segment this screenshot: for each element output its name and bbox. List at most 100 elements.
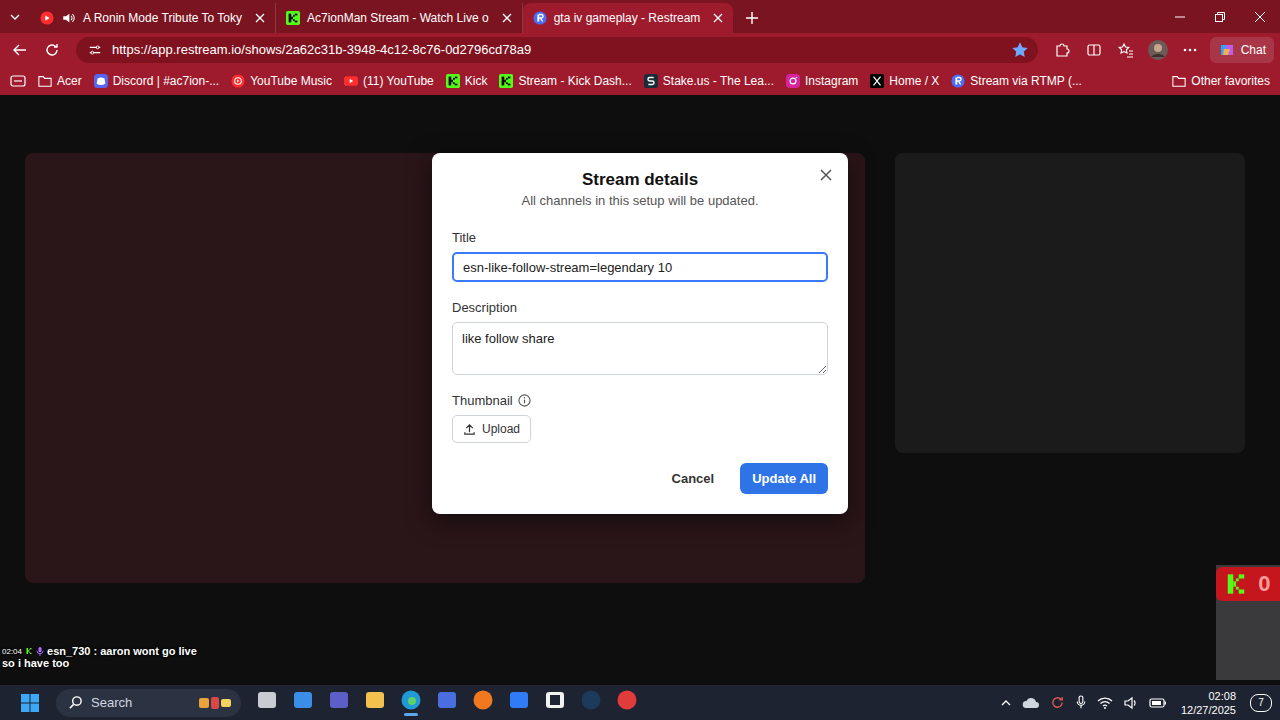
minimize-icon <box>1175 12 1185 22</box>
back-button[interactable] <box>6 36 34 64</box>
url-text: https://app.restream.io/shows/2a62c31b-3… <box>112 42 531 57</box>
kick-icon <box>499 74 513 88</box>
taskbar-app[interactable] <box>363 687 387 719</box>
upload-button[interactable]: Upload <box>452 415 531 443</box>
chat-label: Chat <box>1241 43 1266 57</box>
chat-time: 02:04 <box>2 647 22 656</box>
site-info-icon[interactable] <box>88 43 102 57</box>
taskbar-app[interactable] <box>255 687 279 719</box>
windows-logo-icon <box>20 693 40 713</box>
minimize-button[interactable] <box>1160 0 1200 33</box>
field-label: Description <box>452 300 828 315</box>
volume-icon[interactable] <box>1123 696 1139 710</box>
recorder-icon <box>616 689 638 711</box>
other-favorites[interactable]: Other favorites <box>1172 74 1270 88</box>
tab-actions-button[interactable] <box>0 0 30 33</box>
close-icon[interactable] <box>502 13 512 23</box>
x-icon <box>870 74 884 88</box>
close-icon[interactable] <box>713 13 723 23</box>
cancel-button[interactable]: Cancel <box>660 463 727 494</box>
tab-title: A Ronin Mode Tribute To Toky <box>83 11 248 25</box>
bookmark-item[interactable]: Discord | #ac7ion-... <box>94 74 220 88</box>
store-icon <box>436 689 458 711</box>
taskbar-app[interactable] <box>327 687 351 719</box>
start-button[interactable] <box>16 689 44 717</box>
taskbar-app[interactable] <box>399 687 423 719</box>
kick-viewer-badge: 0 <box>1216 567 1280 601</box>
tab-strip: A Ronin Mode Tribute To Toky Ac7ionMan St… <box>0 0 1280 33</box>
bookmark-item[interactable]: Stream - Kick Dash... <box>499 74 631 88</box>
taskbar-app[interactable] <box>471 687 495 719</box>
title-input[interactable] <box>452 252 828 282</box>
notification-badge[interactable]: 7 <box>1250 694 1272 712</box>
browser-tab[interactable]: Ac7ionMan Stream - Watch Live o <box>276 3 523 33</box>
tab-title: gta iv gameplay - Restream <box>554 11 707 25</box>
taskbar-app[interactable] <box>543 687 567 719</box>
taskbar-app[interactable] <box>507 687 531 719</box>
bookmark-item[interactable]: Kick <box>446 74 488 88</box>
cloud-icon[interactable] <box>1022 696 1040 710</box>
form-field: Title <box>452 230 828 282</box>
chevron-up-icon[interactable] <box>1000 697 1012 709</box>
browser-tab[interactable]: A Ronin Mode Tribute To Toky <box>30 3 276 33</box>
description-textarea[interactable] <box>452 322 828 375</box>
browser-tab[interactable]: gta iv gameplay - Restream <box>523 3 734 33</box>
microphone-icon[interactable] <box>1075 695 1087 710</box>
taskbar-app[interactable] <box>579 687 603 719</box>
bookmark-item[interactable]: Stake.us - The Lea... <box>644 74 774 88</box>
stream-details-dialog: Stream detailsAll channels in this setup… <box>432 153 848 514</box>
profile-avatar[interactable] <box>1144 36 1172 64</box>
bookmark-item[interactable]: Acer <box>38 74 82 88</box>
update-all-button[interactable]: Update All <box>740 463 828 494</box>
reading-list-icon[interactable] <box>10 74 26 88</box>
favorites-button[interactable] <box>1112 36 1140 64</box>
dialog-title: Stream details <box>452 169 828 191</box>
refresh-button[interactable] <box>38 36 66 64</box>
bookmark-label: Home / X <box>889 74 939 88</box>
speaker-icon[interactable] <box>61 11 76 25</box>
youtube-icon <box>344 74 358 88</box>
bookmark-item[interactable]: YouTube Music <box>231 74 332 88</box>
background-side-panel <box>895 153 1245 453</box>
discord-icon <box>94 74 108 88</box>
restore-button[interactable] <box>1200 0 1240 33</box>
taskbar-app[interactable] <box>291 687 315 719</box>
close-icon[interactable] <box>820 169 832 181</box>
bookmark-item[interactable]: Stream via RTMP (... <box>951 74 1082 88</box>
close-icon[interactable] <box>255 13 265 23</box>
extensions-button[interactable] <box>1048 36 1076 64</box>
window-controls <box>1160 0 1280 33</box>
more-button[interactable] <box>1176 36 1204 64</box>
bookmark-label: Acer <box>57 74 82 88</box>
bookmark-item[interactable]: Instagram <box>786 74 858 88</box>
bookmark-label: Discord | #ac7ion-... <box>113 74 220 88</box>
running-indicator <box>516 713 522 716</box>
taskbar-search[interactable]: Search <box>56 689 241 717</box>
clock[interactable]: 02:0812/27/2025 <box>1177 689 1240 717</box>
wifi-icon[interactable] <box>1097 696 1113 710</box>
taskbar-app[interactable] <box>615 687 639 719</box>
copilot-icon <box>1218 41 1236 59</box>
bookmark-item[interactable]: (11) YouTube <box>344 74 434 88</box>
battery-icon[interactable] <box>1149 697 1167 709</box>
screen: A Ronin Mode Tribute To Toky Ac7ionMan St… <box>0 0 1280 720</box>
taskbar-app[interactable] <box>435 687 459 719</box>
sync-icon[interactable] <box>1050 695 1065 710</box>
page-content: Stream detailsAll channels in this setup… <box>0 95 1280 685</box>
bookmark-label: Other favorites <box>1191 74 1270 88</box>
explorer-icon <box>364 689 386 711</box>
split-screen-button[interactable] <box>1080 36 1108 64</box>
upload-icon <box>463 423 476 436</box>
tab-title: Ac7ionMan Stream - Watch Live o <box>307 11 495 25</box>
meet-icon <box>328 689 350 711</box>
new-tab-button[interactable] <box>737 3 767 33</box>
info-icon[interactable] <box>518 394 531 407</box>
search-placeholder: Search <box>91 695 132 710</box>
bookmark-label: YouTube Music <box>250 74 332 88</box>
copilot-chat-button[interactable]: Chat <box>1210 37 1274 63</box>
star-icon[interactable] <box>1012 42 1028 58</box>
restream-icon <box>951 74 965 88</box>
close-window-button[interactable] <box>1240 0 1280 33</box>
bookmark-item[interactable]: Home / X <box>870 74 939 88</box>
address-bar[interactable]: https://app.restream.io/shows/2a62c31b-3… <box>76 37 1038 63</box>
